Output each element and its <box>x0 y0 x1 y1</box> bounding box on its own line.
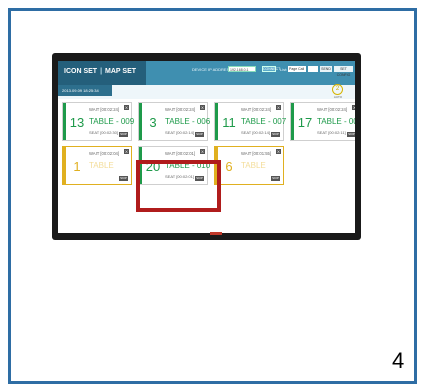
queue-card[interactable]: 13 WAIT [00:02:24] TABLE - 009 SEAT [00:02:… <box>62 102 135 141</box>
card-wait-time: WAIT [00:02:24] <box>317 107 348 112</box>
card-seat-time: SEAT [00:02:30] <box>89 130 118 135</box>
app-header: ICON SET | MAP SET DEVICE IP ADDRESS: 192.… <box>58 61 355 85</box>
skip-button[interactable]: SKIP <box>119 176 128 181</box>
card-seat-time: SEAT [00:02:14] <box>241 130 270 135</box>
list-select[interactable]: Page Call <box>288 66 306 72</box>
card-wait-time: WAIT [00:02:24] <box>241 107 272 112</box>
card-status-bar <box>291 103 294 140</box>
card-status-bar <box>139 103 142 140</box>
datetime-tab: 2013.09.09 18:25:34 <box>58 85 112 96</box>
card-number: 13 <box>69 115 85 130</box>
card-number: 1 <box>73 159 81 174</box>
connect-button[interactable]: CONNECT <box>262 66 280 72</box>
list-input[interactable] <box>308 66 318 72</box>
close-icon[interactable]: X <box>200 105 205 110</box>
card-wait-time: WAIT [00:02:24] <box>89 107 120 112</box>
close-icon[interactable]: X <box>276 149 281 154</box>
card-number: 3 <box>149 115 157 130</box>
card-table-label: TABLE - 007 <box>241 117 287 126</box>
refresh-label: AUTO <box>333 95 343 99</box>
card-wait-time: WAIT [00:02:24] <box>165 107 196 112</box>
close-icon[interactable]: X <box>124 149 129 154</box>
queue-card[interactable]: 17 WAIT [00:02:24] TABLE - 008 SEAT [00:02:… <box>290 102 355 141</box>
card-seat-time: SEAT [00:02:14] <box>165 130 194 135</box>
card-table-label: TABLE - 009 <box>89 117 135 126</box>
queue-card[interactable]: 11 WAIT [00:02:24] TABLE - 007 SEAT [00:02:… <box>214 102 287 141</box>
skip-button[interactable]: SKIP <box>271 176 280 181</box>
icon-set-tab[interactable]: ICON SET <box>64 68 97 75</box>
card-wait-time: WAIT [00:02:04] <box>89 151 120 156</box>
close-icon[interactable]: X <box>352 105 355 110</box>
skip-button[interactable]: SKIP <box>195 132 204 137</box>
card-number: 11 <box>222 115 236 130</box>
skip-button[interactable]: SKIP <box>347 132 355 137</box>
skip-button[interactable]: SKIP <box>271 132 280 137</box>
refresh-control[interactable]: 2 AUTO <box>332 84 344 99</box>
card-wait-time: WAIT [00:02:01] <box>165 151 196 156</box>
card-number: 17 <box>297 115 313 130</box>
header-left: ICON SET | MAP SET <box>58 61 146 85</box>
device-ip-label: DEVICE IP ADDRESS: <box>192 67 234 72</box>
card-table-label: TABLE <box>89 161 114 170</box>
monitor-stand-accent <box>210 232 222 235</box>
app-title: ICON SET | MAP SET <box>64 68 136 75</box>
card-number: 6 <box>225 159 233 174</box>
card-status-bar <box>63 103 66 140</box>
card-table-label: TABLE - 006 <box>165 117 211 126</box>
close-icon[interactable]: X <box>276 105 281 110</box>
set-config-button[interactable]: SET CONFIG <box>334 66 353 77</box>
queue-card[interactable]: 6 WAIT [00:01:55] TABLE X SKIP <box>214 146 284 185</box>
skip-button[interactable]: SKIP <box>119 132 128 137</box>
card-table-label: TABLE - 008 <box>317 117 355 126</box>
close-icon[interactable]: X <box>124 105 129 110</box>
refresh-icon[interactable]: 2 <box>332 84 343 95</box>
device-ip-input[interactable]: 192.168.0.1 <box>228 66 256 72</box>
card-table-label: TABLE <box>241 161 266 170</box>
highlight-box <box>136 160 221 212</box>
card-status-bar <box>215 103 218 140</box>
page-number: 4 <box>392 348 405 373</box>
send-button[interactable]: SEND <box>320 66 332 72</box>
card-seat-time: SEAT [00:02:11] <box>317 130 346 135</box>
queue-card[interactable]: 1 WAIT [00:02:04] TABLE X SKIP <box>62 146 132 185</box>
close-icon[interactable]: X <box>200 149 205 154</box>
nav-separator: | <box>100 68 103 75</box>
card-wait-time: WAIT [00:01:55] <box>241 151 272 156</box>
card-status-bar <box>63 147 66 184</box>
list-label: List: <box>280 67 288 72</box>
queue-card[interactable]: 3 WAIT [00:02:24] TABLE - 006 SEAT [00:02:1… <box>138 102 211 141</box>
map-set-tab[interactable]: MAP SET <box>105 68 136 75</box>
